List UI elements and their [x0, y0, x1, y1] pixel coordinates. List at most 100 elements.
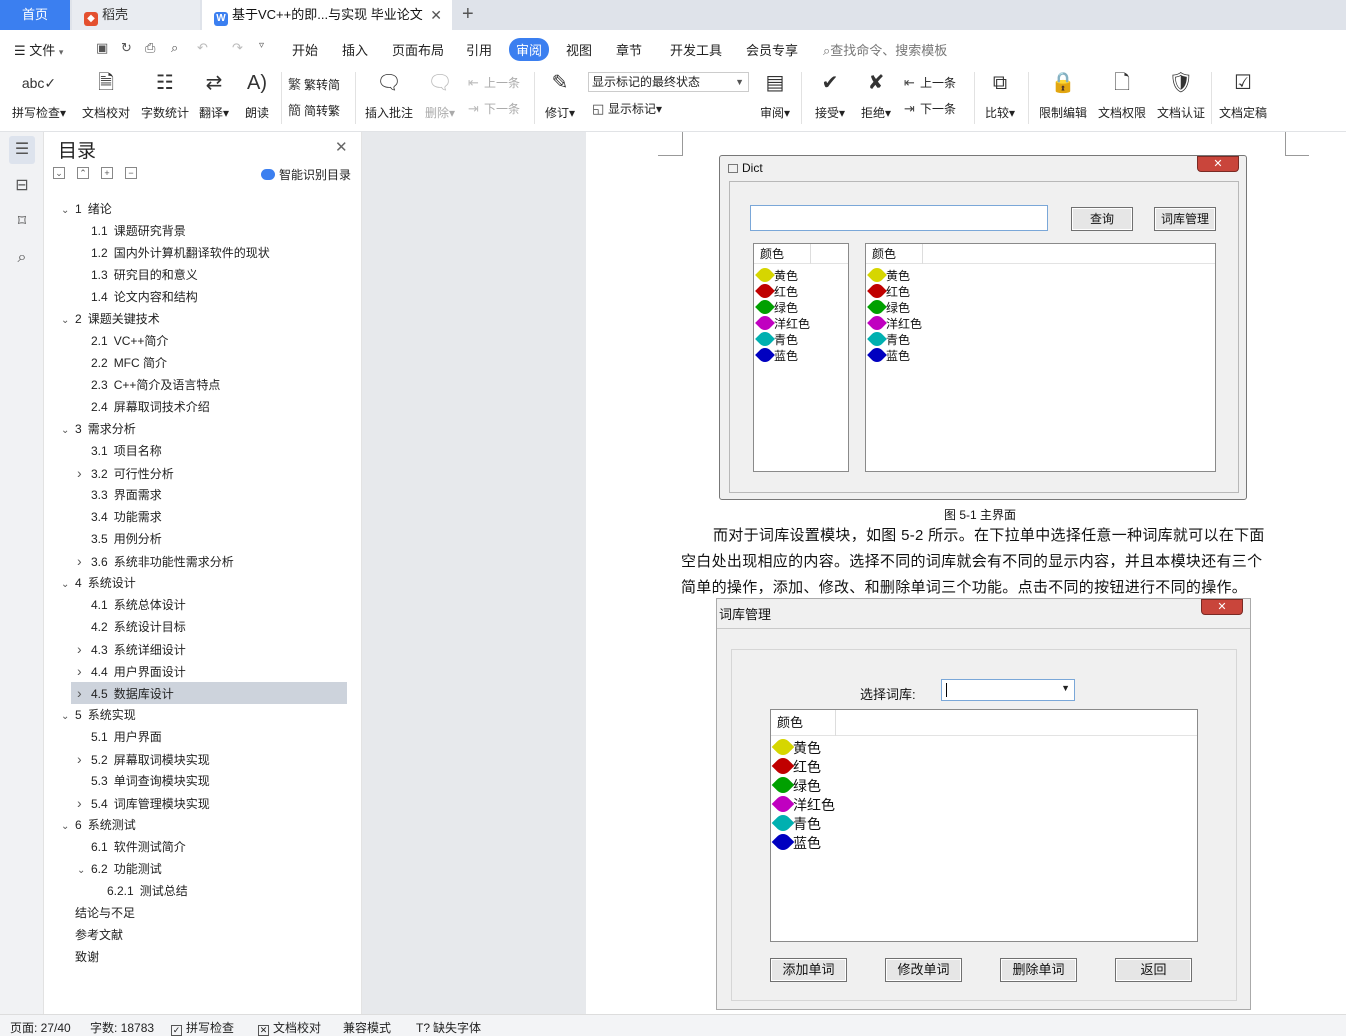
file-menu[interactable]: ☰ 文件 ▾ — [14, 40, 63, 59]
chevron-right-icon[interactable]: › — [77, 682, 91, 704]
toc-item[interactable]: › 5.2 屏幕取词模块实现 — [77, 748, 210, 770]
expand-all-icon[interactable]: ⌄ — [53, 167, 65, 179]
menu-start[interactable]: 开始 — [292, 40, 318, 59]
spell-check-status[interactable]: ✓ 拼写检查 — [171, 1019, 234, 1036]
toc-item[interactable]: 2.1 VC++简介 — [77, 330, 168, 352]
toc-item[interactable]: 1.1 课题研究背景 — [77, 220, 186, 242]
menu-insert[interactable]: 插入 — [342, 40, 368, 59]
menu-view[interactable]: 视图 — [566, 40, 592, 59]
toc-item[interactable]: ⌄ 2 课题关键技术 — [61, 308, 160, 330]
search-icon[interactable]: ⌕ — [12, 248, 32, 268]
toc-item[interactable]: ⌄ 5 系统实现 — [61, 704, 136, 726]
page-indicator[interactable]: 页面: 27/40 — [10, 1019, 71, 1036]
chevron-down-icon[interactable]: ⌄ — [61, 574, 75, 596]
chevron-down-icon[interactable]: ⌄ — [61, 420, 75, 442]
spell-check-button[interactable]: abc✓ 拼写检查▾ — [8, 70, 70, 121]
track-changes-button[interactable]: ✎ 修订▾ — [540, 70, 580, 121]
collapse-all-icon[interactable]: ⌃ — [77, 167, 89, 179]
export-icon[interactable]: ↻ — [121, 40, 132, 56]
chevron-down-icon[interactable]: ⌄ — [61, 200, 75, 222]
next-comment-button[interactable]: ⇥ 下一条 — [468, 100, 520, 117]
word-count-button[interactable]: ☷ 字数统计 — [138, 70, 192, 121]
chevron-right-icon[interactable]: › — [77, 638, 91, 660]
toc-item[interactable]: 4.1 系统总体设计 — [77, 594, 186, 616]
toc-item[interactable]: 2.3 C++简介及语言特点 — [77, 374, 220, 396]
toc-item[interactable]: 4.2 系统设计目标 — [77, 616, 186, 638]
tab-daoke[interactable]: ◆ 稻壳 — [72, 0, 200, 30]
toc-panel-icon[interactable]: ☰ — [9, 136, 35, 164]
undo-icon[interactable]: ↶ — [197, 40, 208, 56]
insert-comment-button[interactable]: 🗨 插入批注 — [362, 70, 416, 121]
menu-review[interactable]: 审阅 — [509, 38, 550, 61]
menu-member[interactable]: 会员专享 — [746, 40, 798, 59]
document-proof-button[interactable]: 🗎 文档校对 — [76, 70, 136, 121]
chevron-down-icon[interactable]: ⌄ — [61, 310, 75, 332]
translate-button[interactable]: ⇄ 翻译▾ — [194, 70, 234, 121]
tab-document[interactable]: W 基于VC++的即...与实现 毕业论文 ✕ — [202, 0, 452, 30]
toc-item[interactable]: › 3.6 系统非功能性需求分析 — [77, 550, 234, 572]
toc-item[interactable]: 5.1 用户界面 — [77, 726, 162, 748]
toc-item[interactable]: 1.4 论文内容和结构 — [77, 286, 198, 308]
toc-item[interactable]: 致谢 — [61, 946, 99, 968]
menu-layout[interactable]: 页面布局 — [392, 40, 444, 59]
chevron-right-icon[interactable]: › — [77, 792, 91, 814]
smart-toc-button[interactable]: 智能识别目录 — [261, 166, 351, 183]
review-pane-button[interactable]: ▤ 审阅▾ — [756, 70, 794, 121]
chevron-down-icon[interactable]: ⌄ — [77, 860, 91, 882]
trad-to-simp-button[interactable]: 繁繁转简 — [288, 74, 340, 93]
proof-status[interactable]: ✕ 文档校对 — [258, 1019, 321, 1036]
toc-item[interactable]: › 5.4 词库管理模块实现 — [77, 792, 210, 814]
missing-font-status[interactable]: T? 缺失字体 — [416, 1019, 481, 1036]
reject-button[interactable]: ✘ 拒绝▾ — [856, 70, 896, 121]
toc-item[interactable]: 结论与不足 — [61, 902, 135, 924]
toc-item[interactable]: › 4.3 系统详细设计 — [77, 638, 186, 660]
document-certify-button[interactable]: 🛡 文档认证 — [1154, 70, 1208, 121]
toc-item[interactable]: 1.3 研究目的和意义 — [77, 264, 198, 286]
toc-item[interactable]: 5.3 单词查询模块实现 — [77, 770, 210, 792]
document-permission-button[interactable]: 🗋 文档权限 — [1095, 70, 1149, 121]
tab-home[interactable]: 首页 — [0, 0, 70, 30]
compare-button[interactable]: ⧉ 比较▾ — [980, 70, 1020, 121]
add-heading-icon[interactable]: + — [101, 167, 113, 179]
toc-item[interactable]: › 4.5 数据库设计 — [77, 682, 174, 704]
print-icon[interactable]: ⎙ — [145, 40, 155, 56]
save-icon[interactable]: ▣ — [96, 40, 108, 56]
toc-item[interactable]: ⌄ 4 系统设计 — [61, 572, 136, 594]
close-tab-icon[interactable]: ✕ — [430, 0, 442, 30]
toc-item[interactable]: › 4.4 用户界面设计 — [77, 660, 186, 682]
toc-item[interactable]: 2.2 MFC 简介 — [77, 352, 167, 374]
new-tab-button[interactable]: + — [462, 3, 474, 26]
chevron-right-icon[interactable]: › — [77, 748, 91, 770]
menu-reference[interactable]: 引用 — [466, 40, 492, 59]
toc-item[interactable]: 2.4 屏幕取词技术介绍 — [77, 396, 210, 418]
toc-item[interactable]: ⌄ 1 绪论 — [61, 198, 112, 220]
chevron-right-icon[interactable]: › — [77, 660, 91, 682]
toc-item[interactable]: 3.4 功能需求 — [77, 506, 162, 528]
accept-button[interactable]: ✔ 接受▾ — [810, 70, 850, 121]
restrict-editing-button[interactable]: 🔒 限制编辑 — [1036, 70, 1090, 121]
command-search[interactable]: ⌕查找命令、搜索模板 — [823, 40, 947, 59]
finalize-button[interactable]: ☑ 文档定稿 — [1216, 70, 1270, 121]
preview-icon[interactable]: ⌕ — [171, 40, 178, 56]
toc-item[interactable]: 3.1 项目名称 — [77, 440, 162, 462]
show-markup-button[interactable]: ◱ 显示标记▾ — [592, 100, 662, 117]
chevron-down-icon[interactable]: ⌄ — [61, 816, 75, 838]
toc-item[interactable]: 6.1 软件测试简介 — [77, 836, 186, 858]
toc-item[interactable]: 3.5 用例分析 — [77, 528, 162, 550]
toc-item[interactable]: › 3.2 可行性分析 — [77, 462, 174, 484]
remove-heading-icon[interactable]: − — [125, 167, 137, 179]
simp-to-trad-button[interactable]: 簡简转繁 — [288, 100, 340, 119]
bookmark-icon[interactable]: ⌑ — [12, 212, 32, 232]
toc-item[interactable]: ⌄ 6.2 功能测试 — [77, 858, 162, 880]
prev-comment-button[interactable]: ⇤ 上一条 — [468, 74, 520, 91]
word-count-indicator[interactable]: 字数: 18783 — [90, 1019, 154, 1036]
prev-change-button[interactable]: ⇤ 上一条 — [904, 74, 956, 91]
toc-item[interactable]: 6.2.1 测试总结 — [93, 880, 188, 902]
chevron-right-icon[interactable]: › — [77, 462, 91, 484]
markup-state-select[interactable]: 显示标记的最终状态 ▼ — [588, 72, 749, 92]
chevron-down-icon[interactable]: ⌄ — [61, 706, 75, 728]
toc-item[interactable]: ⌄ 3 需求分析 — [61, 418, 136, 440]
menu-devtools[interactable]: 开发工具 — [670, 40, 722, 59]
read-aloud-button[interactable]: A) 朗读 — [238, 70, 276, 121]
quick-access-chevron-icon[interactable]: ▿ — [259, 40, 264, 51]
